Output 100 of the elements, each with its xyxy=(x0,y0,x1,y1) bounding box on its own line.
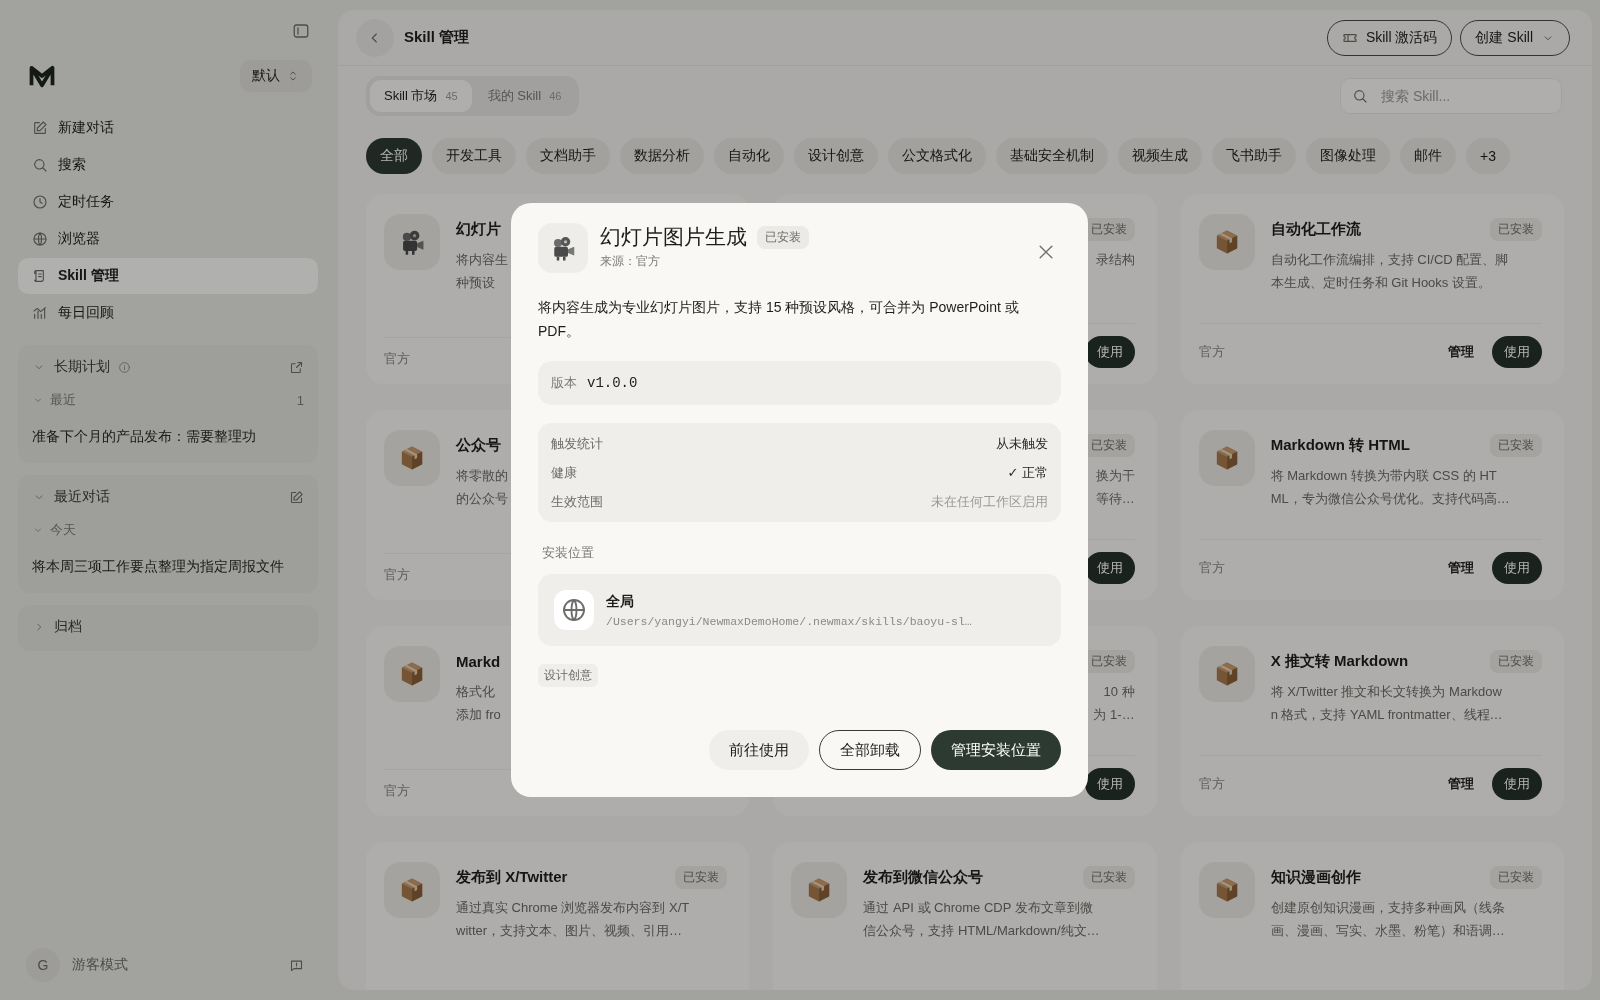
edit-icon[interactable] xyxy=(289,489,304,505)
skill-card[interactable]: 发布到微信公众号 已安装 通过 API 或 Chrome CDP 发布文章到微 信公众号，支持 HTML/Markdown/纯文… xyxy=(773,842,1157,990)
skill-card[interactable]: Markdown 转 HTML 已安装 将 Markdown 转换为带内联 CSS 的 HT ML，专为微信公众号优化。支持代码高… 官方 管理 使用 xyxy=(1180,410,1564,600)
package-icon xyxy=(384,862,440,918)
skill-description: 自动化工作流编排，支持 CI/CD 配置、脚 本生成、定时任务和 Git Hooks 设置。 xyxy=(1270,251,1510,292)
package-icon xyxy=(1198,646,1255,702)
sidebar-toggle-icon[interactable] xyxy=(292,22,310,40)
skill-title: X 推文转 Markdown xyxy=(1270,651,1409,671)
info-icon xyxy=(118,360,131,374)
skill-description: 通过真实 Chrome 浏览器发布内容到 X/T witter，支持文本、图片、视频、引用… xyxy=(456,899,691,940)
stat-value: 从未触发 xyxy=(996,434,1048,453)
version-label: 版本 xyxy=(551,374,577,392)
mode-selector[interactable]: 默认 xyxy=(240,60,312,92)
export-icon[interactable] xyxy=(289,359,304,375)
category-chip[interactable]: 视频生成 xyxy=(1118,138,1202,174)
source-label: 官方 xyxy=(384,782,410,800)
use-button[interactable]: 使用 xyxy=(1084,768,1135,800)
skill-description: 录结构 xyxy=(1095,251,1135,269)
category-chip[interactable]: 设计创意 xyxy=(794,138,878,174)
nav-item[interactable]: 搜索 xyxy=(18,147,318,183)
skill-description: 将 X/Twitter 推文和长文转换为 Markdow n 格式，支持 YAML frontmatter、线程… xyxy=(1270,683,1504,724)
skill-title: Markdown 转 HTML xyxy=(1270,435,1410,455)
skill-description: 换为干 等待… xyxy=(1095,467,1135,508)
installed-badge: 已安装 xyxy=(1490,433,1542,457)
globe-icon xyxy=(554,590,594,630)
category-chip[interactable]: 数据分析 xyxy=(620,138,704,174)
search-icon xyxy=(32,157,48,173)
skill-card[interactable]: 知识漫画创作 已安装 创建原创知识漫画，支持多种画风（线条 画、漫画、写实、水墨、粉笔）和语调… xyxy=(1180,842,1564,990)
installed-badge: 已安装 xyxy=(1490,865,1542,889)
manage-location-button[interactable]: 管理安装位置 xyxy=(931,730,1061,770)
back-button[interactable] xyxy=(356,18,394,57)
edit-icon xyxy=(32,120,48,136)
package-icon xyxy=(1198,430,1255,486)
go-use-button[interactable]: 前往使用 xyxy=(709,730,809,770)
use-button[interactable]: 使用 xyxy=(1492,336,1542,368)
version-value: v1.0.0 xyxy=(587,375,638,391)
skill-description: 通过 API 或 Chrome CDP 发布文章到微 信公众号，支持 HTML/Markdown/纯文… xyxy=(863,899,1101,940)
installed-badge: 已安装 xyxy=(675,865,728,889)
projector-icon xyxy=(538,223,588,273)
manage-button[interactable]: 管理 xyxy=(1448,559,1474,577)
source-label: 官方 xyxy=(384,566,410,584)
package-icon xyxy=(1198,214,1255,270)
category-chip[interactable]: +3 xyxy=(1466,138,1510,174)
item-count: 1 xyxy=(296,392,304,408)
skill-card[interactable]: 发布到 X/Twitter 已安装 通过真实 Chrome 浏览器发布内容到 X/T witter，支持文本、图片、视频、引用… xyxy=(366,842,750,990)
category-chip[interactable]: 公文格式化 xyxy=(888,138,986,174)
installed-badge: 已安装 xyxy=(1082,865,1135,889)
skill-title: Markd xyxy=(456,652,501,670)
category-chip[interactable]: 基础安全机制 xyxy=(996,138,1108,174)
use-button[interactable]: 使用 xyxy=(1492,552,1542,584)
category-chip[interactable]: 全部 xyxy=(366,138,422,174)
tab[interactable]: Skill 市场 45 xyxy=(370,80,472,112)
skill-card[interactable]: 自动化工作流 已安装 自动化工作流编排，支持 CI/CD 配置、脚 本生成、定时任务和 Git Hooks 设置。 官方 管理 使用 xyxy=(1180,194,1564,384)
stat-label: 触发统计 xyxy=(551,434,603,453)
installed-badge: 已安装 xyxy=(1490,649,1542,673)
category-chip[interactable]: 邮件 xyxy=(1400,138,1456,174)
use-button[interactable]: 使用 xyxy=(1492,768,1542,800)
category-tag: 设计创意 xyxy=(538,664,598,687)
source-label: 官方 xyxy=(1198,559,1225,577)
skill-title: 发布到微信公众号 xyxy=(863,867,984,887)
search-field[interactable]: 搜索 Skill... xyxy=(1340,78,1562,114)
stat-label: 健康 xyxy=(551,463,577,482)
section-title[interactable]: 归档 xyxy=(54,618,82,636)
clock-icon xyxy=(32,194,48,210)
skill-description: 将零散的 的公众号 xyxy=(456,467,508,508)
nav-item[interactable]: 定时任务 xyxy=(18,184,318,220)
skill-card[interactable]: X 推文转 Markdown 已安装 将 X/Twitter 推文和长文转换为 Markdow n 格式，支持 YAML frontmatter、线程… 官方 管理 使用 xyxy=(1180,626,1564,816)
installed-badge: 已安装 xyxy=(757,225,809,249)
category-chip[interactable]: 图像处理 xyxy=(1306,138,1390,174)
installed-badge: 已安装 xyxy=(1490,217,1542,241)
conversation-item[interactable]: 准备下个月的产品发布：需要整理功 xyxy=(32,417,304,455)
section-label: 安装位置 xyxy=(541,544,595,562)
skill-title: 知识漫画创作 xyxy=(1270,867,1361,887)
conversation-item[interactable]: 将本周三项工作要点整理为指定周报文件 xyxy=(32,547,304,585)
nav-item[interactable]: 每日回顾 xyxy=(18,295,318,331)
manage-button[interactable]: 管理 xyxy=(1448,775,1474,793)
category-chip[interactable]: 自动化 xyxy=(714,138,784,174)
location-name: 全局 xyxy=(606,592,635,611)
stat-value: 未在任何工作区启用 xyxy=(931,492,1048,511)
nav-item[interactable]: 新建对话 xyxy=(18,110,318,146)
skill-description: 格式化 添加 fro xyxy=(456,683,501,724)
category-chip[interactable]: 飞书助手 xyxy=(1212,138,1296,174)
manage-button[interactable]: 管理 xyxy=(1448,343,1474,361)
nav-item[interactable]: Skill 管理 xyxy=(18,258,318,294)
category-chip[interactable]: 开发工具 xyxy=(432,138,516,174)
source-label: 官方 xyxy=(384,350,410,368)
feedback-icon[interactable] xyxy=(289,957,304,973)
skill-title: 幻灯片 xyxy=(456,219,501,239)
skill-description: 创建原创知识漫画，支持多种画风（线条 画、漫画、写实、水墨、粉笔）和语调… xyxy=(1270,899,1506,940)
globe-icon xyxy=(32,231,48,247)
page-title: Skill 管理 xyxy=(404,28,470,47)
user-name: 游客模式 xyxy=(72,956,128,974)
package-icon xyxy=(791,862,848,918)
source-label: 官方 xyxy=(1198,343,1225,361)
skill-title: 公众号 xyxy=(456,435,501,455)
category-chip[interactable]: 文档助手 xyxy=(526,138,610,174)
stat-label: 生效范围 xyxy=(551,492,603,511)
section-title[interactable]: 长期计划 xyxy=(54,358,110,376)
section-title[interactable]: 最近对话 xyxy=(54,488,110,506)
nav-item[interactable]: 浏览器 xyxy=(18,221,318,257)
